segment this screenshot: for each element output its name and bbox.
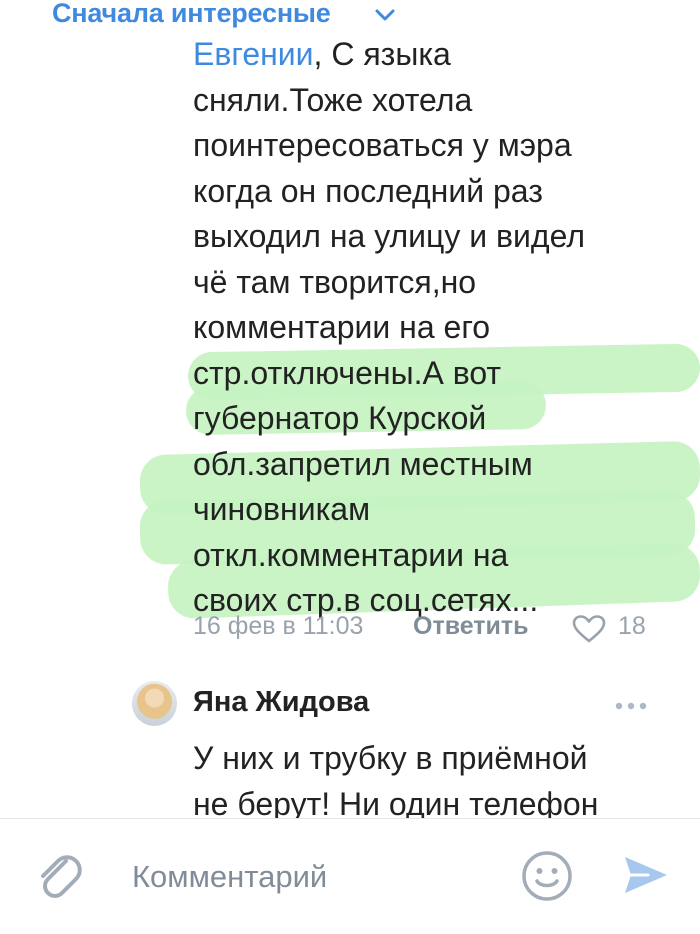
comment-line: откл.комментарии на — [193, 536, 509, 573]
comment-meta: 16 фев в 11:03 Ответить 18 — [193, 610, 663, 646]
reply-body: У них и трубку в приёмной не берут! Ни о… — [193, 735, 663, 827]
comment-body: Евгении, С языка сняли.Тоже хотела поинт… — [193, 32, 663, 624]
comment-line: комментарии на его — [193, 309, 491, 345]
comment-line: губернатор Курской — [193, 400, 487, 436]
comment-line: выходил на улицу и видел — [193, 218, 585, 254]
like-button[interactable]: 18 — [571, 610, 651, 646]
comment-input[interactable] — [132, 855, 492, 899]
comment-line: Евгении, С языка — [193, 32, 663, 78]
comment-date: 16 фев в 11:03 — [193, 612, 364, 640]
comment-composer — [0, 818, 700, 934]
author-name[interactable]: Яна Жидова — [193, 686, 369, 719]
comment-line: сняли.Тоже хотела — [193, 81, 473, 118]
paperclip-icon[interactable] — [34, 849, 82, 906]
comment-line: чё там творится,но — [193, 263, 477, 300]
like-count: 18 — [618, 612, 646, 640]
chevron-down-icon[interactable] — [374, 7, 396, 28]
send-icon[interactable] — [622, 853, 670, 902]
smile-icon[interactable] — [520, 849, 574, 908]
comment-line: чиновникам — [193, 491, 371, 527]
comment-line: когда он последний раз — [193, 172, 543, 209]
comment-line: поинтересоваться у мэра — [193, 127, 572, 163]
comment-first-line-rest: , С языка — [313, 36, 451, 72]
mention-link[interactable]: Евгении — [193, 36, 314, 72]
reply-button[interactable]: Ответить — [413, 612, 529, 641]
reply-line: У них и трубку в приёмной — [193, 740, 588, 776]
heart-icon[interactable] — [571, 614, 607, 644]
avatar[interactable] — [132, 681, 177, 726]
comment-line: обл.запретил местным — [193, 445, 533, 482]
sort-label[interactable]: Сначала интересные — [52, 0, 331, 29]
sort-bar[interactable]: Сначала интересные — [0, 0, 700, 36]
more-horizontal-icon[interactable] — [614, 698, 648, 716]
comment-line: стр.отключены.А вот — [193, 354, 502, 391]
